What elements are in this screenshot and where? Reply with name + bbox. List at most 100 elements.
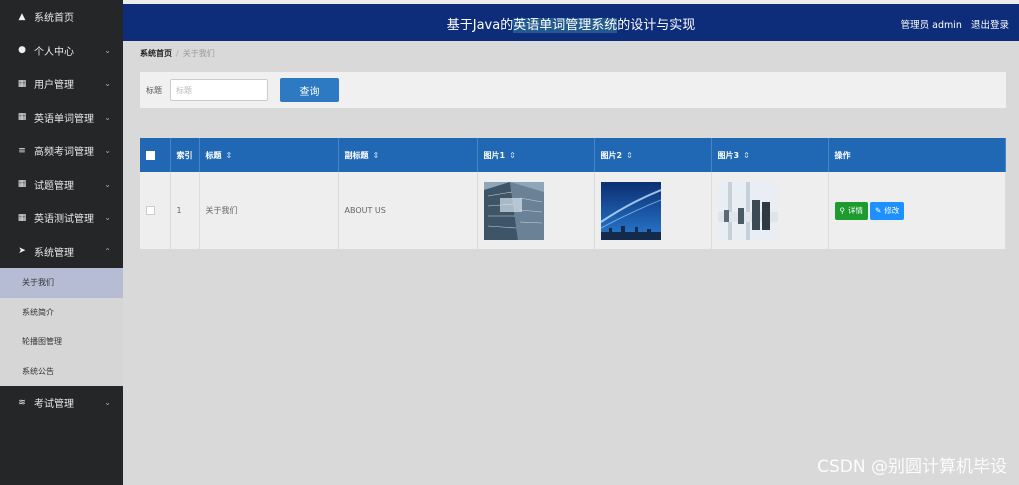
watermark: CSDN @别圆计算机毕设 <box>817 457 1007 477</box>
app-title-highlight: 英语单词管理系统 <box>513 18 618 33</box>
chevron-down-icon: ⌄ <box>104 146 111 156</box>
sidebar-item-tests[interactable]: ▦ 英语测试管理 ⌄ <box>0 201 123 235</box>
edit-button[interactable]: ✎ 修改 <box>870 201 905 220</box>
edit-button-label: 修改 <box>884 206 900 215</box>
user-label: 管理员 admin <box>900 20 962 31</box>
pencil-icon: ✎ <box>875 206 882 215</box>
column-header-label: 图片2 <box>600 150 623 160</box>
grid-icon: ▦ <box>17 112 27 123</box>
sidebar-item-frequent-words[interactable]: ≡ 高频考词管理 ⌄ <box>0 134 123 168</box>
sidebar-item-questions[interactable]: ▦ 试题管理 ⌄ <box>0 168 123 202</box>
sidebar-item-label: 高频考词管理 <box>34 147 94 159</box>
submenu-item-about[interactable]: 关于我们 <box>0 268 123 298</box>
grid-icon: ▦ <box>17 78 27 89</box>
column-header-image3[interactable]: 图片3 ⇕ <box>711 138 829 172</box>
detail-button[interactable]: ⚲ 详情 <box>834 201 868 220</box>
chevron-down-icon: ⌄ <box>104 45 111 55</box>
app-title: 基于Java的英语单词管理系统的设计与实现 <box>123 14 1019 33</box>
row-select-cell <box>140 172 171 249</box>
cell-image3 <box>711 172 829 249</box>
user-icon: ● <box>18 45 26 56</box>
sort-icon[interactable]: ⇕ <box>743 151 750 160</box>
sort-icon[interactable]: ⇕ <box>509 151 516 160</box>
cell-title: 关于我们 <box>199 172 339 249</box>
column-header-label: 图片1 <box>483 150 506 160</box>
column-header-index: 索引 <box>170 138 200 172</box>
chevron-down-icon: ⌄ <box>104 179 111 189</box>
breadcrumb: 系统首页 / 关于我们 <box>140 48 215 59</box>
chevron-down-icon: ⌄ <box>104 79 111 89</box>
office-chairs-image <box>717 181 778 240</box>
grid-icon: ▦ <box>17 212 27 223</box>
cell-subtitle: ABOUT US <box>338 172 478 249</box>
chevron-up-icon: ⌃ <box>104 246 111 256</box>
submenu-item-intro[interactable]: 系统简介 <box>0 298 123 328</box>
sort-icon[interactable]: ⇕ <box>626 151 633 160</box>
select-all-checkbox[interactable] <box>146 150 155 160</box>
detail-button-label: 详情 <box>848 206 863 215</box>
column-header-label: 操作 <box>834 150 851 160</box>
title-search-input[interactable] <box>170 79 268 101</box>
sidebar-item-users[interactable]: ▦ 用户管理 ⌄ <box>0 67 123 101</box>
sidebar-item-label: 个人中心 <box>34 46 74 58</box>
breadcrumb-current: 关于我们 <box>182 49 215 58</box>
sort-icon[interactable]: ⇕ <box>373 151 380 160</box>
sidebar-item-system[interactable]: ➤ 系统管理 ⌃ <box>0 235 123 269</box>
sidebar-item-label: 英语单词管理 <box>34 113 94 125</box>
building-image <box>483 181 544 240</box>
sort-icon[interactable]: ⇕ <box>226 151 233 160</box>
send-icon: ➤ <box>18 246 26 257</box>
sidebar-item-label: 系统首页 <box>34 13 74 25</box>
list-icon: ≡ <box>18 145 26 156</box>
submenu-item-carousel[interactable]: 轮播图管理 <box>0 327 123 357</box>
sidebar-item-exams[interactable]: ≋ 考试管理 ⌄ <box>0 386 123 420</box>
search-button[interactable]: 查询 <box>280 78 339 102</box>
search-icon: ⚲ <box>839 206 846 215</box>
top-bar: 基于Java的英语单词管理系统的设计与实现 管理员 admin 退出登录 <box>123 4 1019 41</box>
cell-index: 1 <box>170 172 200 249</box>
home-icon: ▲ <box>18 11 26 22</box>
data-table: 索引 标题 ⇕ 副标题 ⇕ 图片1 ⇕ 图片2 ⇕ 图片3 ⇕ 操作 1 关于我们 ABO… <box>140 138 1006 249</box>
column-header-label: 索引 <box>176 150 193 160</box>
breadcrumb-home[interactable]: 系统首页 <box>140 49 172 58</box>
city-skyline-image <box>600 181 661 240</box>
column-header-label: 图片3 <box>717 150 740 160</box>
column-header-subtitle[interactable]: 副标题 ⇕ <box>338 138 478 172</box>
select-all-header[interactable] <box>140 138 171 172</box>
column-header-label: 副标题 <box>344 150 369 160</box>
user-area: 管理员 admin 退出登录 <box>895 17 1009 31</box>
cell-image2 <box>594 172 712 249</box>
system-submenu: 关于我们 系统简介 轮播图管理 系统公告 <box>0 268 123 386</box>
cell-actions: ⚲ 详情 ✎ 修改 <box>828 172 1006 249</box>
row-checkbox[interactable] <box>146 206 155 215</box>
sidebar-item-label: 考试管理 <box>34 399 74 411</box>
grid-icon: ▦ <box>17 179 27 190</box>
table-row: 1 关于我们 ABOUT US ⚲ 详情 ✎ 修改 <box>140 172 1006 249</box>
submenu-item-notice[interactable]: 系统公告 <box>0 357 123 387</box>
sidebar-item-home[interactable]: ▲ 系统首页 <box>0 0 123 34</box>
chevron-down-icon: ⌄ <box>104 398 111 408</box>
sliders-icon: ≋ <box>18 397 26 408</box>
column-header-image1[interactable]: 图片1 ⇕ <box>477 138 595 172</box>
chevron-down-icon: ⌄ <box>104 112 111 122</box>
logout-link[interactable]: 退出登录 <box>971 20 1009 31</box>
search-panel: 标题 查询 <box>140 72 1006 108</box>
app-title-prefix: 基于Java的 <box>446 18 514 33</box>
sidebar-item-label: 用户管理 <box>34 80 74 92</box>
column-header-label: 标题 <box>205 150 222 160</box>
chevron-down-icon: ⌄ <box>104 213 111 223</box>
sidebar-item-label: 系统管理 <box>34 247 74 259</box>
sidebar-item-words[interactable]: ▦ 英语单词管理 ⌄ <box>0 101 123 135</box>
search-label: 标题 <box>146 86 162 95</box>
sidebar-item-label: 试题管理 <box>34 180 74 192</box>
breadcrumb-separator: / <box>176 49 179 58</box>
sidebar-item-label: 英语测试管理 <box>34 214 94 226</box>
cell-image1 <box>477 172 595 249</box>
column-header-image2[interactable]: 图片2 ⇕ <box>594 138 712 172</box>
sidebar-item-profile[interactable]: ● 个人中心 ⌄ <box>0 34 123 68</box>
app-title-suffix: 的设计与实现 <box>617 18 696 33</box>
column-header-title[interactable]: 标题 ⇕ <box>199 138 339 172</box>
sidebar: ▲ 系统首页 ● 个人中心 ⌄ ▦ 用户管理 ⌄ ▦ 英语单词管理 ⌄ ≡ 高频… <box>0 0 123 485</box>
table-header-row: 索引 标题 ⇕ 副标题 ⇕ 图片1 ⇕ 图片2 ⇕ 图片3 ⇕ 操作 <box>140 138 1006 172</box>
column-header-actions: 操作 <box>828 138 1006 172</box>
